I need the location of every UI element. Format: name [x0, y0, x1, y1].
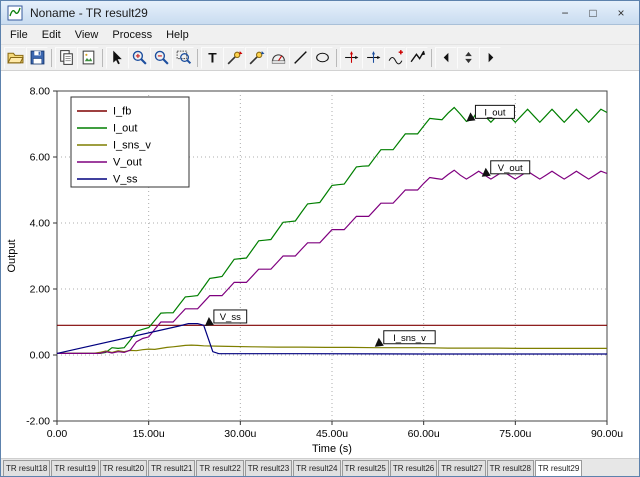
menu-help[interactable]: Help	[159, 26, 196, 44]
y-tick-label: 8.00	[30, 86, 51, 98]
text-tool-button[interactable]: T	[201, 46, 223, 69]
copy-button[interactable]	[55, 46, 77, 69]
x-tick-label: 30.00u	[224, 428, 256, 440]
tab-tr-result28[interactable]: TR result28	[486, 460, 534, 476]
scroll-right-button[interactable]	[479, 46, 501, 69]
axis-y-button[interactable]	[362, 46, 384, 69]
y-tick-label: -2.00	[26, 416, 50, 428]
line-tool-button[interactable]	[289, 46, 311, 69]
select-arrow-button[interactable]	[106, 46, 128, 69]
title-bar[interactable]: Noname - TR result29 − □ ×	[1, 1, 639, 25]
tab-tr-result20[interactable]: TR result20	[99, 460, 148, 476]
y-tick-label: 6.00	[30, 152, 51, 164]
app-window: Noname - TR result29 − □ × File Edit View P…	[0, 0, 640, 477]
save-button[interactable]	[26, 46, 48, 69]
ellipse-tool-button[interactable]	[311, 46, 333, 69]
callout-text: V_ss	[220, 312, 241, 323]
x-axis-title: Time (s)	[312, 443, 352, 455]
legend[interactable]: I_fb I_out I_sns_v V_out V_ss	[70, 96, 190, 188]
legend-label-v_out: V_out	[113, 157, 142, 169]
x-tick-label: 45.00u	[316, 428, 348, 440]
tab-tr-result22[interactable]: TR result22	[196, 460, 244, 476]
menu-view[interactable]: View	[68, 26, 106, 44]
menu-bar: File Edit View Process Help	[1, 25, 639, 45]
y-axis-title: Output	[6, 239, 18, 272]
menu-process[interactable]: Process	[105, 26, 159, 44]
toolbar-separator	[51, 48, 52, 67]
menu-edit[interactable]: Edit	[35, 26, 68, 44]
copy-image-button[interactable]	[77, 46, 99, 69]
toolbar-separator	[102, 48, 103, 67]
add-curve-button[interactable]	[384, 46, 406, 69]
tab-tr-result21[interactable]: TR result21	[148, 460, 196, 476]
probe-current-button[interactable]	[245, 46, 267, 69]
scroll-left-button[interactable]	[435, 46, 457, 69]
tab-tr-result23[interactable]: TR result23	[244, 460, 293, 476]
tab-tr-result29[interactable]: TR result29	[534, 460, 583, 476]
maximize-button[interactable]: □	[579, 3, 607, 23]
callout-text: I_sns_v	[393, 333, 426, 344]
curve-marker-button[interactable]	[406, 46, 428, 69]
tab-tr-result24[interactable]: TR result24	[293, 460, 341, 476]
x-tick-label: 15.00u	[133, 428, 165, 440]
tab-tr-result27[interactable]: TR result27	[438, 460, 486, 476]
legend-label-i_out: I_out	[113, 123, 137, 135]
x-tick-label: 75.00u	[499, 428, 531, 440]
tab-tr-result25[interactable]: TR result25	[341, 460, 389, 476]
tab-tr-result26[interactable]: TR result26	[389, 460, 438, 476]
legend-label-i_fb: I_fb	[113, 106, 131, 118]
callout-text: I_out	[484, 107, 505, 118]
toolbar-separator	[431, 48, 432, 67]
zoom-in-button[interactable]	[128, 46, 150, 69]
result-tab-bar: TR result18 TR result19 TR result20 TR resu…	[1, 458, 639, 476]
app-icon	[7, 5, 23, 21]
axis-x-button[interactable]	[340, 46, 362, 69]
zoom-out-button[interactable]	[150, 46, 172, 69]
y-tick-label: 0.00	[30, 350, 51, 362]
toolbar: T	[1, 45, 639, 71]
tab-tr-result18[interactable]: TR result18	[3, 460, 51, 476]
callout-text: V_out	[498, 163, 523, 174]
x-tick-label: 60.00u	[408, 428, 440, 440]
probe-voltage-button[interactable]	[223, 46, 245, 69]
toolbar-separator	[197, 48, 198, 67]
waveform-plot[interactable]: 0.00 15.00u 30.00u 45.00u 60.00u 75.00u 90.00u…	[1, 71, 639, 458]
close-button[interactable]: ×	[607, 3, 635, 23]
meter-button[interactable]	[267, 46, 289, 69]
legend-label-i_sns_v: I_sns_v	[113, 140, 151, 152]
spinner-control[interactable]	[457, 46, 479, 69]
legend-label-v_ss: V_ss	[113, 174, 138, 186]
tab-tr-result19[interactable]: TR result19	[51, 460, 99, 476]
x-tick-label: 0.00	[47, 428, 68, 440]
open-button[interactable]	[4, 46, 26, 69]
minimize-button[interactable]: −	[551, 3, 579, 23]
waveform-panel: 0.00 15.00u 30.00u 45.00u 60.00u 75.00u 90.00u…	[1, 71, 639, 458]
svg-text:T: T	[208, 49, 217, 65]
zoom-area-button[interactable]	[172, 46, 194, 69]
window-title: Noname - TR result29	[30, 5, 148, 20]
y-tick-label: 2.00	[30, 284, 51, 296]
toolbar-separator	[336, 48, 337, 67]
menu-file[interactable]: File	[3, 26, 35, 44]
y-tick-label: 4.00	[30, 218, 51, 230]
x-tick-label: 90.00u	[591, 428, 623, 440]
